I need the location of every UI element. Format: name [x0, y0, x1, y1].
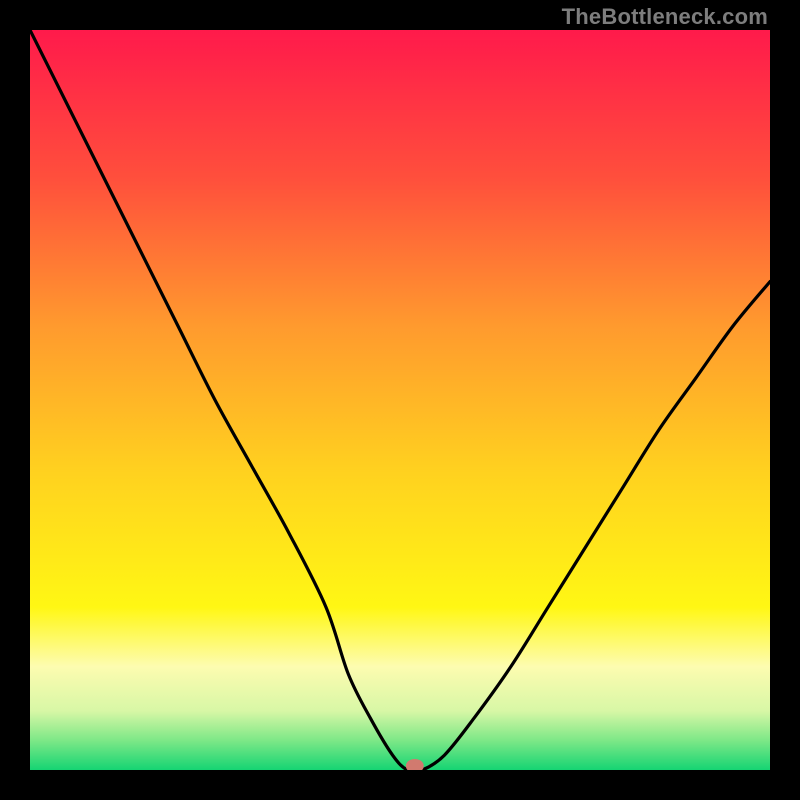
plot-area [30, 30, 770, 770]
chart-frame: TheBottleneck.com [0, 0, 800, 800]
watermark-text: TheBottleneck.com [562, 4, 768, 30]
chart-svg [30, 30, 770, 770]
gradient-rect [30, 30, 770, 770]
